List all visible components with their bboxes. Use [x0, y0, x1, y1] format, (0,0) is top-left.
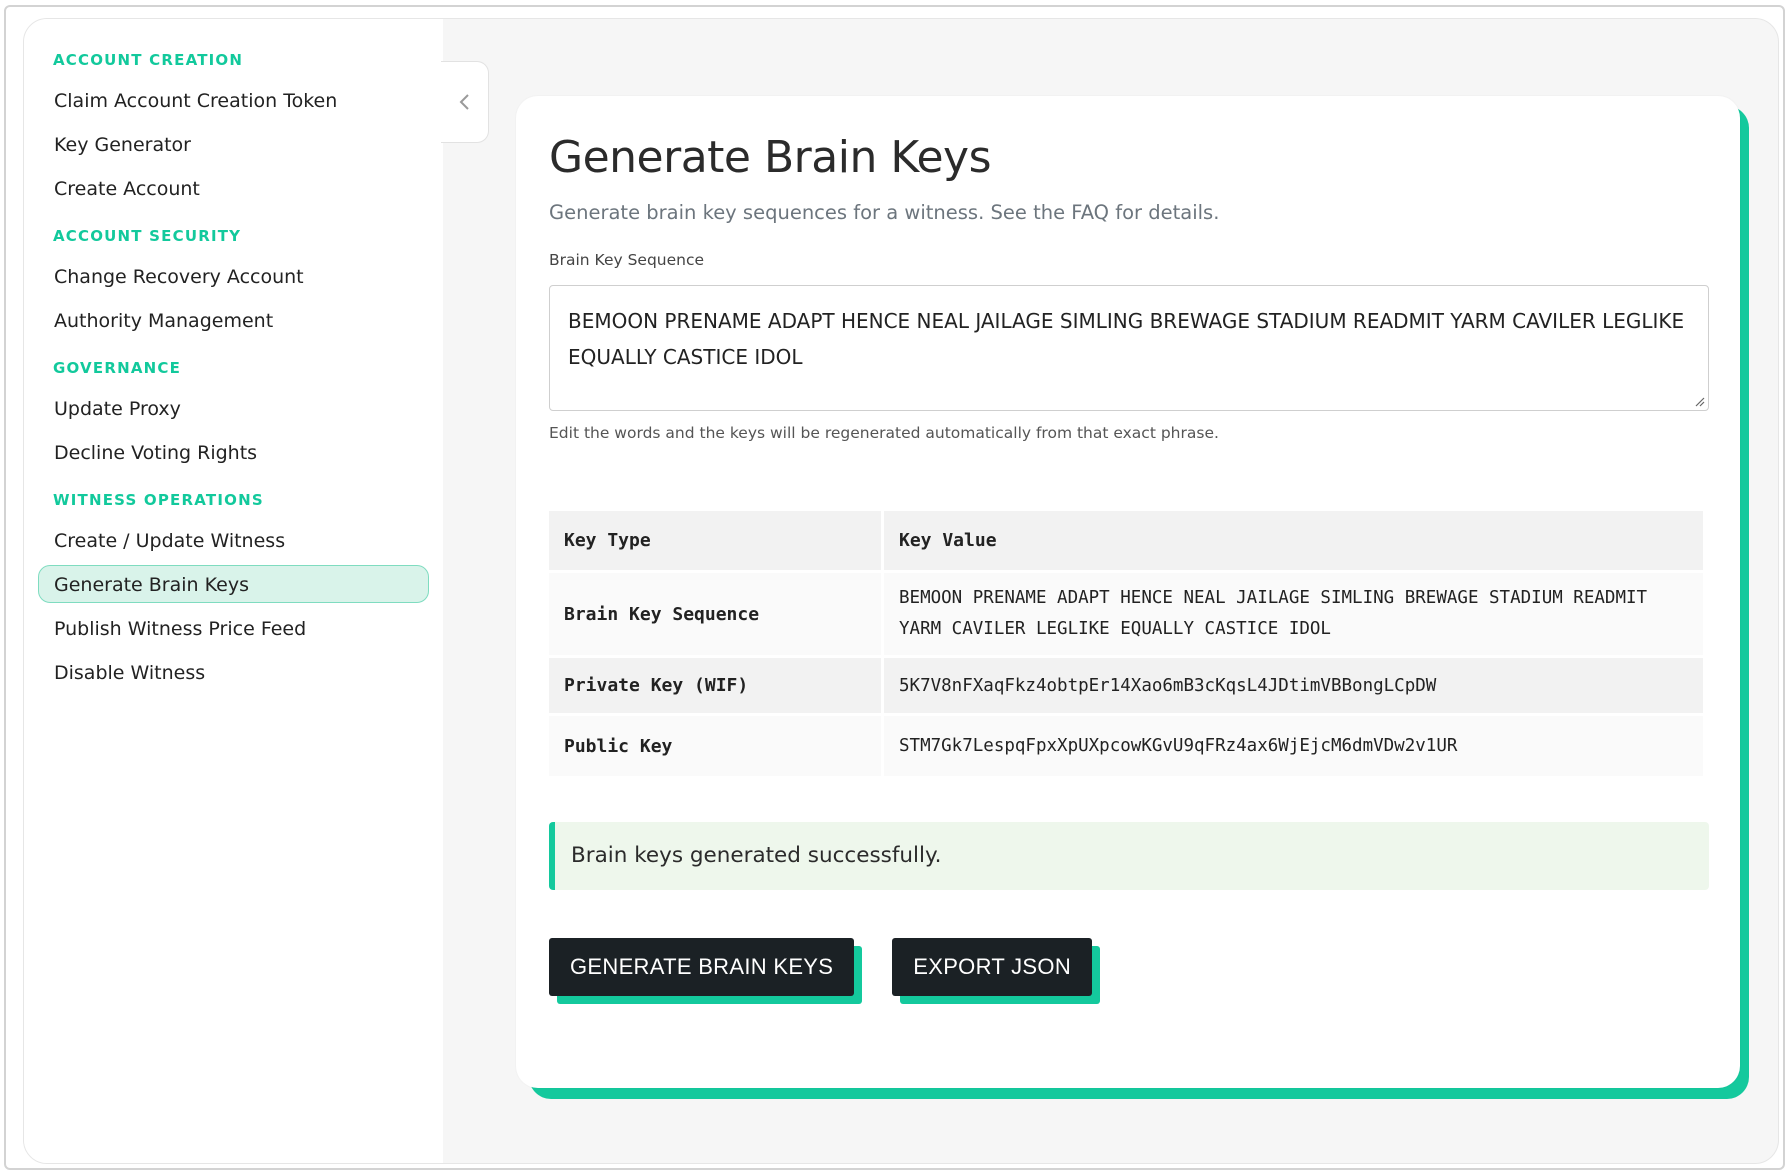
resize-grip-icon[interactable]: [1693, 395, 1705, 407]
keys-table: Key Type Key Value Brain Key Sequence BE…: [546, 508, 1706, 779]
success-alert: Brain keys generated successfully.: [549, 822, 1709, 890]
sidebar-section-account-security: ACCOUNT SECURITY: [53, 227, 242, 245]
generate-brain-keys-button[interactable]: GENERATE BRAIN KEYS: [549, 938, 855, 996]
sidebar-item-decline-voting-rights[interactable]: Decline Voting Rights: [38, 433, 429, 471]
key-type-cell: Public Key: [549, 716, 881, 776]
key-type-cell: Brain Key Sequence: [549, 573, 881, 655]
sidebar-section-governance: GOVERNANCE: [53, 359, 182, 377]
sidebar: ACCOUNT CREATION Claim Account Creation …: [24, 19, 443, 1163]
action-buttons: GENERATE BRAIN KEYS EXPORT JSON: [549, 938, 1700, 1004]
sidebar-item-publish-witness-price-feed[interactable]: Publish Witness Price Feed: [38, 609, 429, 647]
brain-key-textarea-value: BEMOON PRENAME ADAPT HENCE NEAL JAILAGE …: [568, 309, 1685, 369]
table-header-row: Key Type Key Value: [549, 511, 1703, 570]
table-header-key-type: Key Type: [549, 511, 881, 570]
sidebar-item-create-account[interactable]: Create Account: [38, 169, 429, 207]
key-value-cell: 5K7V8nFXaqFkz4obtpEr14Xao6mB3cKqsL4JDtim…: [884, 658, 1703, 713]
key-type-cell: Private Key (WIF): [549, 658, 881, 713]
sidebar-item-generate-brain-keys[interactable]: Generate Brain Keys: [38, 565, 429, 603]
sidebar-item-key-generator[interactable]: Key Generator: [38, 125, 429, 163]
brain-key-textarea[interactable]: BEMOON PRENAME ADAPT HENCE NEAL JAILAGE …: [549, 285, 1709, 411]
page-title: Generate Brain Keys: [549, 132, 992, 183]
key-value-cell: BEMOON PRENAME ADAPT HENCE NEAL JAILAGE …: [884, 573, 1703, 655]
brain-key-field-label: Brain Key Sequence: [549, 251, 705, 269]
table-row: Public Key STM7Gk7LespqFpxXpUXpcowKGvU9q…: [549, 716, 1703, 776]
chevron-left-icon: [459, 94, 469, 110]
sidebar-collapse-button[interactable]: [441, 61, 489, 143]
export-button-wrap: EXPORT JSON: [892, 938, 1101, 1004]
sidebar-item-change-recovery-account[interactable]: Change Recovery Account: [38, 257, 429, 295]
sidebar-section-witness-operations: WITNESS OPERATIONS: [53, 491, 264, 509]
sidebar-section-account-creation: ACCOUNT CREATION: [53, 51, 244, 69]
brain-key-help-text: Edit the words and the keys will be rege…: [549, 424, 1219, 442]
window-frame: ACCOUNT CREATION Claim Account Creation …: [4, 5, 1785, 1170]
export-json-button[interactable]: EXPORT JSON: [892, 938, 1093, 996]
table-row: Private Key (WIF) 5K7V8nFXaqFkz4obtpEr14…: [549, 658, 1703, 713]
table-header-key-value: Key Value: [884, 511, 1703, 570]
sidebar-item-authority-management[interactable]: Authority Management: [38, 301, 429, 339]
key-value-cell: STM7Gk7LespqFpxXpUXpcowKGvU9qFRz4ax6WjEj…: [884, 716, 1703, 776]
sidebar-item-create-update-witness[interactable]: Create / Update Witness: [38, 521, 429, 559]
generate-button-wrap: GENERATE BRAIN KEYS: [549, 938, 863, 1004]
sidebar-item-claim-account-creation-token[interactable]: Claim Account Creation Token: [38, 81, 429, 119]
table-row: Brain Key Sequence BEMOON PRENAME ADAPT …: [549, 573, 1703, 655]
app-container: ACCOUNT CREATION Claim Account Creation …: [23, 18, 1779, 1164]
sidebar-item-disable-witness[interactable]: Disable Witness: [38, 653, 429, 691]
main-card: Generate Brain Keys Generate brain key s…: [516, 96, 1740, 1088]
sidebar-item-update-proxy[interactable]: Update Proxy: [38, 389, 429, 427]
page-subtitle: Generate brain key sequences for a witne…: [549, 201, 1220, 224]
